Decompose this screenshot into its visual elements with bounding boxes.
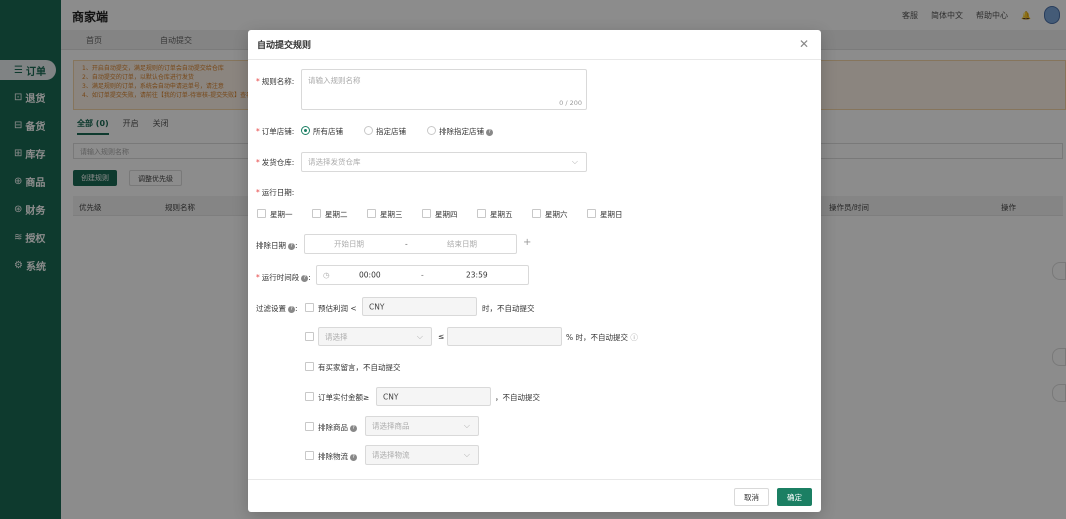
paid-label: 订单实付金额≥ [318,393,370,402]
help-icon: ? [288,305,295,313]
chevron-down-icon: ⌵ [571,157,578,166]
monday-label: 星期一 [270,210,293,219]
checkbox-tuesday[interactable] [312,209,321,218]
rule-name-label: * 规则名称: [256,77,295,86]
checkbox-buyer-note[interactable] [305,362,314,371]
clock-icon: ◷ [323,270,330,280]
rule-name-textarea[interactable]: 请输入规则名称 0 / 200 [301,69,587,110]
paid-amount-input[interactable]: CNY [376,387,491,406]
sunday-label: 星期日 [600,210,623,219]
exclude-goods-label: 排除商品? [318,422,357,433]
checkbox-profit[interactable] [305,303,314,312]
warehouse-label: * 发货仓库: [256,158,295,167]
auto-submit-rule-dialog: 自动提交规则 ✕ * 规则名称: 请输入规则名称 0 / 200 * 订单店铺: 所… [248,30,821,512]
help-icon: ? [301,274,309,282]
dialog-title: 自动提交规则 [257,41,312,51]
checkbox-margin[interactable] [305,332,314,341]
warehouse-select[interactable]: 请选择发货仓库 ⌵ [301,152,587,172]
help-icon: ? [350,453,357,461]
wednesday-label: 星期三 [380,210,403,219]
radio-specified-stores[interactable] [364,126,373,135]
margin-suffix: % 时，不自动提交 ⓘ [566,333,638,342]
checkbox-thursday[interactable] [422,209,431,218]
help-icon: ? [288,242,295,250]
friday-label: 星期五 [490,210,513,219]
le-symbol: ≤ [438,332,445,341]
checkbox-wednesday[interactable] [367,209,376,218]
profit-suffix: 时，不自动提交 [482,304,535,313]
radio-exclude-stores-label: 排除指定店铺? [439,126,493,137]
filter-label: 过滤设置?: [256,304,298,313]
margin-type-select[interactable]: 请选择 ⌵ [318,327,432,346]
checkbox-friday[interactable] [477,209,486,218]
chevron-down-icon: ⌵ [416,331,423,341]
help-icon: ? [350,424,357,432]
run-time-label: * 运行时间段?: [256,273,311,282]
buyer-note-label: 有买家留言，不自动提交 [318,363,401,372]
tuesday-label: 星期二 [325,210,348,219]
chevron-down-icon: ⌵ [463,450,470,459]
exclude-goods-select[interactable]: 请选择商品 ⌵ [365,416,479,436]
exclude-date-label: 排除日期?: [256,241,298,250]
store-label: * 订单店铺: [256,127,295,136]
exclude-logistics-label: 排除物流? [318,451,357,462]
checkbox-sunday[interactable] [587,209,596,218]
close-icon[interactable]: ✕ [799,37,809,51]
add-icon[interactable]: + [523,237,531,248]
radio-all-stores[interactable] [301,126,310,135]
radio-exclude-stores[interactable] [427,126,436,135]
radio-all-stores-label: 所有店铺 [313,127,343,136]
confirm-button[interactable]: 确定 [777,488,812,506]
paid-suffix: ，不自动提交 [495,393,540,402]
chevron-down-icon: ⌵ [463,421,470,430]
help-icon: ? [486,128,493,136]
checkbox-monday[interactable] [257,209,266,218]
thursday-label: 星期四 [435,210,458,219]
radio-specified-stores-label: 指定店铺 [376,127,406,136]
run-date-label: * 运行日期: [256,188,295,197]
exclude-logistics-select[interactable]: 请选择物流 ⌵ [365,445,479,465]
char-counter: 0 / 200 [559,99,582,107]
checkbox-paid-amount[interactable] [305,392,314,401]
cancel-button[interactable]: 取消 [734,488,769,506]
run-time-range[interactable]: ◷ 00:00 - 23:59 [316,265,529,285]
profit-label: 预估利润 < [318,304,357,313]
checkbox-exclude-logistics[interactable] [305,451,314,460]
dialog-footer: 取消 确定 [248,479,821,512]
info-icon: ⓘ [630,333,638,342]
checkbox-saturday[interactable] [532,209,541,218]
profit-input[interactable]: CNY [362,297,477,316]
saturday-label: 星期六 [545,210,568,219]
margin-input[interactable] [447,327,562,346]
checkbox-exclude-goods[interactable] [305,422,314,431]
exclude-date-range[interactable]: 开始日期 - 结束日期 [304,234,517,254]
